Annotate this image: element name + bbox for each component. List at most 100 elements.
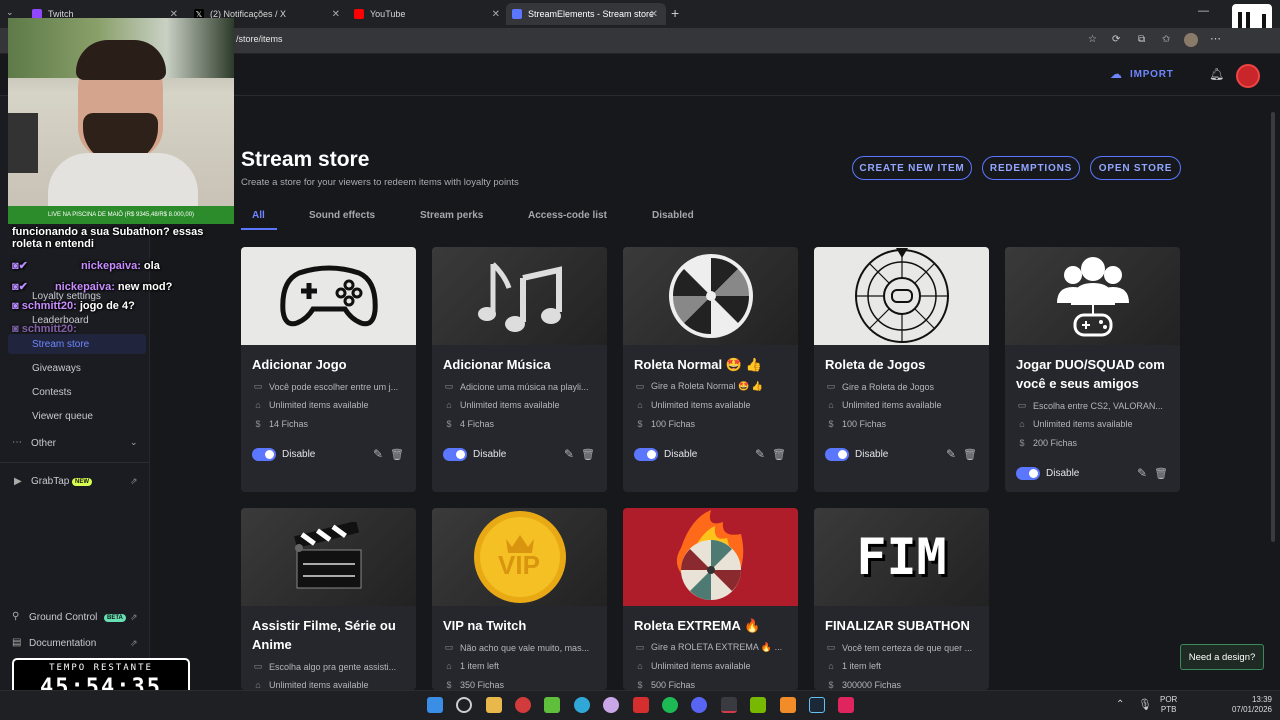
sidebar-item-stream-store[interactable]: Stream store — [8, 334, 146, 354]
app-icon[interactable] — [780, 697, 796, 713]
refresh-icon[interactable]: ⟳ — [1112, 34, 1120, 45]
sidebar-item-giveaways[interactable]: Giveaways — [8, 358, 146, 378]
vip-coin-icon: VIP — [432, 508, 607, 606]
folder-icon[interactable] — [486, 697, 502, 713]
beta-badge: BETA — [104, 614, 126, 622]
more-icon[interactable]: ⋯ — [1210, 32, 1221, 45]
external-link-icon[interactable]: ⇗ — [130, 638, 138, 649]
enabled-toggle[interactable] — [1016, 467, 1040, 480]
create-new-item-button[interactable]: CREATE NEW ITEM — [852, 156, 972, 180]
chat-text: new mod? — [117, 281, 173, 293]
enabled-toggle[interactable] — [252, 448, 276, 461]
external-link-icon[interactable]: ⇗ — [130, 476, 138, 487]
coin-icon: $ — [828, 419, 834, 429]
external-link-icon[interactable]: ⇗ — [130, 612, 138, 623]
bell-icon[interactable]: 🔔︎ — [1209, 67, 1224, 81]
close-icon[interactable]: ✕ — [492, 9, 500, 20]
discord-icon[interactable] — [691, 697, 707, 713]
app-icon[interactable] — [544, 697, 560, 713]
tab-access-code-list[interactable]: Access-code list — [528, 210, 607, 221]
language-indicator[interactable]: POR PTB — [1160, 695, 1177, 715]
enabled-toggle[interactable] — [443, 448, 467, 461]
user-avatar[interactable] — [1236, 64, 1260, 88]
redemptions-button[interactable]: REDEMPTIONS — [982, 156, 1080, 180]
chevron-up-icon[interactable]: ⌃ — [1116, 699, 1124, 710]
document-icon: ▭ — [253, 661, 263, 671]
tab-all[interactable]: All — [252, 210, 265, 221]
profile-avatar[interactable] — [1184, 33, 1198, 47]
steam-icon[interactable] — [809, 697, 825, 713]
game-wheel-icon — [814, 247, 989, 345]
trash-icon[interactable]: 🗑︎ — [772, 448, 786, 461]
scrollbar[interactable] — [1271, 112, 1275, 542]
enabled-toggle[interactable] — [825, 448, 849, 461]
store-item-card[interactable]: VIP VIP na Twitch ▭ Não acho que vale mui… — [432, 508, 607, 690]
sidebar-item-ground-control[interactable]: Ground Control — [29, 612, 97, 623]
search-icon[interactable] — [456, 697, 472, 713]
sidebar-item-contests[interactable]: Contests — [8, 382, 146, 402]
url-input[interactable]: /store/items — [236, 34, 283, 44]
tab-stream-perks[interactable]: Stream perks — [420, 210, 483, 221]
nvidia-icon[interactable] — [750, 697, 766, 713]
edit-icon[interactable]: ✎ — [564, 447, 574, 461]
store-item-card[interactable]: Roleta de Jogos ▭ Gire a Roleta de Jogos … — [814, 247, 989, 492]
close-icon[interactable]: ✕ — [332, 9, 340, 20]
app-icon[interactable] — [633, 697, 649, 713]
tab-sound-effects[interactable]: Sound effects — [309, 210, 375, 221]
app-icon[interactable] — [721, 697, 737, 713]
app-icon[interactable] — [515, 697, 531, 713]
store-item-card[interactable]: FIM FINALIZAR SUBATHON ▭ Você tem certeza… — [814, 508, 989, 690]
spotify-icon[interactable] — [662, 697, 678, 713]
trash-icon[interactable]: 🗑︎ — [390, 448, 404, 461]
trash-icon[interactable]: 🗑︎ — [963, 448, 977, 461]
extensions-icon[interactable]: ⧉ — [1138, 34, 1145, 45]
coin-icon: $ — [446, 419, 452, 429]
music-notes-icon — [432, 247, 607, 345]
chat-user: nickepaiva: — [54, 281, 115, 293]
tab-youtube[interactable]: YouTube ✕ — [348, 3, 508, 25]
store-item-card[interactable]: Roleta Normal 🤩 👍 ▭ Gire a Roleta Normal … — [623, 247, 798, 492]
enabled-toggle[interactable] — [634, 448, 658, 461]
sidebar-item-grabtap[interactable]: GrabTap — [31, 476, 69, 487]
tab-disabled[interactable]: Disabled — [652, 210, 694, 221]
clock[interactable]: 13:39 07/01/2026 — [1226, 695, 1272, 715]
edit-icon[interactable]: ✎ — [755, 447, 765, 461]
coin-icon: $ — [446, 680, 452, 690]
store-item-card[interactable]: Adicionar Música ▭ Adicione uma música na… — [432, 247, 607, 492]
tab-streamelements[interactable]: StreamElements - Stream store ✕ — [506, 3, 666, 25]
description-text: Gire a Roleta de Jogos — [842, 381, 935, 392]
chat-message: ◙✔ nickepaiva: new mod? — [12, 280, 172, 293]
toggle-label: Disable — [1046, 468, 1080, 479]
app-icon[interactable] — [603, 697, 619, 713]
open-store-button[interactable]: OPEN STORE — [1090, 156, 1181, 180]
microphone-icon[interactable]: 🎙︎ — [1138, 698, 1152, 711]
edit-icon[interactable]: ✎ — [1137, 466, 1147, 480]
trash-icon[interactable]: 🗑︎ — [1154, 467, 1168, 480]
badge-icon: ◙✔ — [12, 281, 28, 293]
favorites-icon[interactable]: ✩ — [1162, 34, 1170, 45]
store-item-card[interactable]: Assistir Filme, Série ou Anime ▭ Escolha … — [241, 508, 416, 690]
store-item-card[interactable]: Jogar DUO/SQUAD com você e seus amigos ▭… — [1005, 247, 1180, 492]
app-icon[interactable] — [838, 697, 854, 713]
sidebar-item-documentation[interactable]: Documentation — [29, 638, 96, 649]
cloud-upload-icon: ☁ — [1110, 67, 1122, 81]
star-icon[interactable]: ☆ — [1088, 34, 1097, 45]
import-button[interactable]: IMPORT — [1130, 69, 1174, 80]
minimize-icon[interactable]: — — [1198, 5, 1209, 17]
item-title: Roleta de Jogos — [825, 357, 926, 372]
new-tab-icon[interactable]: + — [671, 5, 679, 21]
windows-start-icon[interactable] — [427, 697, 443, 713]
edit-icon[interactable]: ✎ — [946, 447, 956, 461]
chevron-down-icon[interactable]: ⌄ — [130, 437, 138, 448]
sidebar-group-other[interactable]: Other — [31, 438, 56, 449]
store-item-card[interactable]: Adicionar Jogo ▭ Você pode escolher entre… — [241, 247, 416, 492]
tab-list-chevron-icon[interactable]: ⌄ — [6, 7, 14, 18]
close-icon[interactable]: ✕ — [650, 9, 658, 20]
description-text: Você tem certeza de que quer ... — [842, 642, 973, 653]
trash-icon[interactable]: 🗑︎ — [581, 448, 595, 461]
edge-icon[interactable] — [574, 697, 590, 713]
store-item-card[interactable]: Roleta EXTREMA 🔥 ▭ Gire a ROLETA EXTREMA … — [623, 508, 798, 690]
need-a-design-button[interactable]: Need a design? — [1180, 644, 1264, 670]
sidebar-item-viewer-queue[interactable]: Viewer queue — [8, 406, 146, 426]
edit-icon[interactable]: ✎ — [373, 447, 383, 461]
